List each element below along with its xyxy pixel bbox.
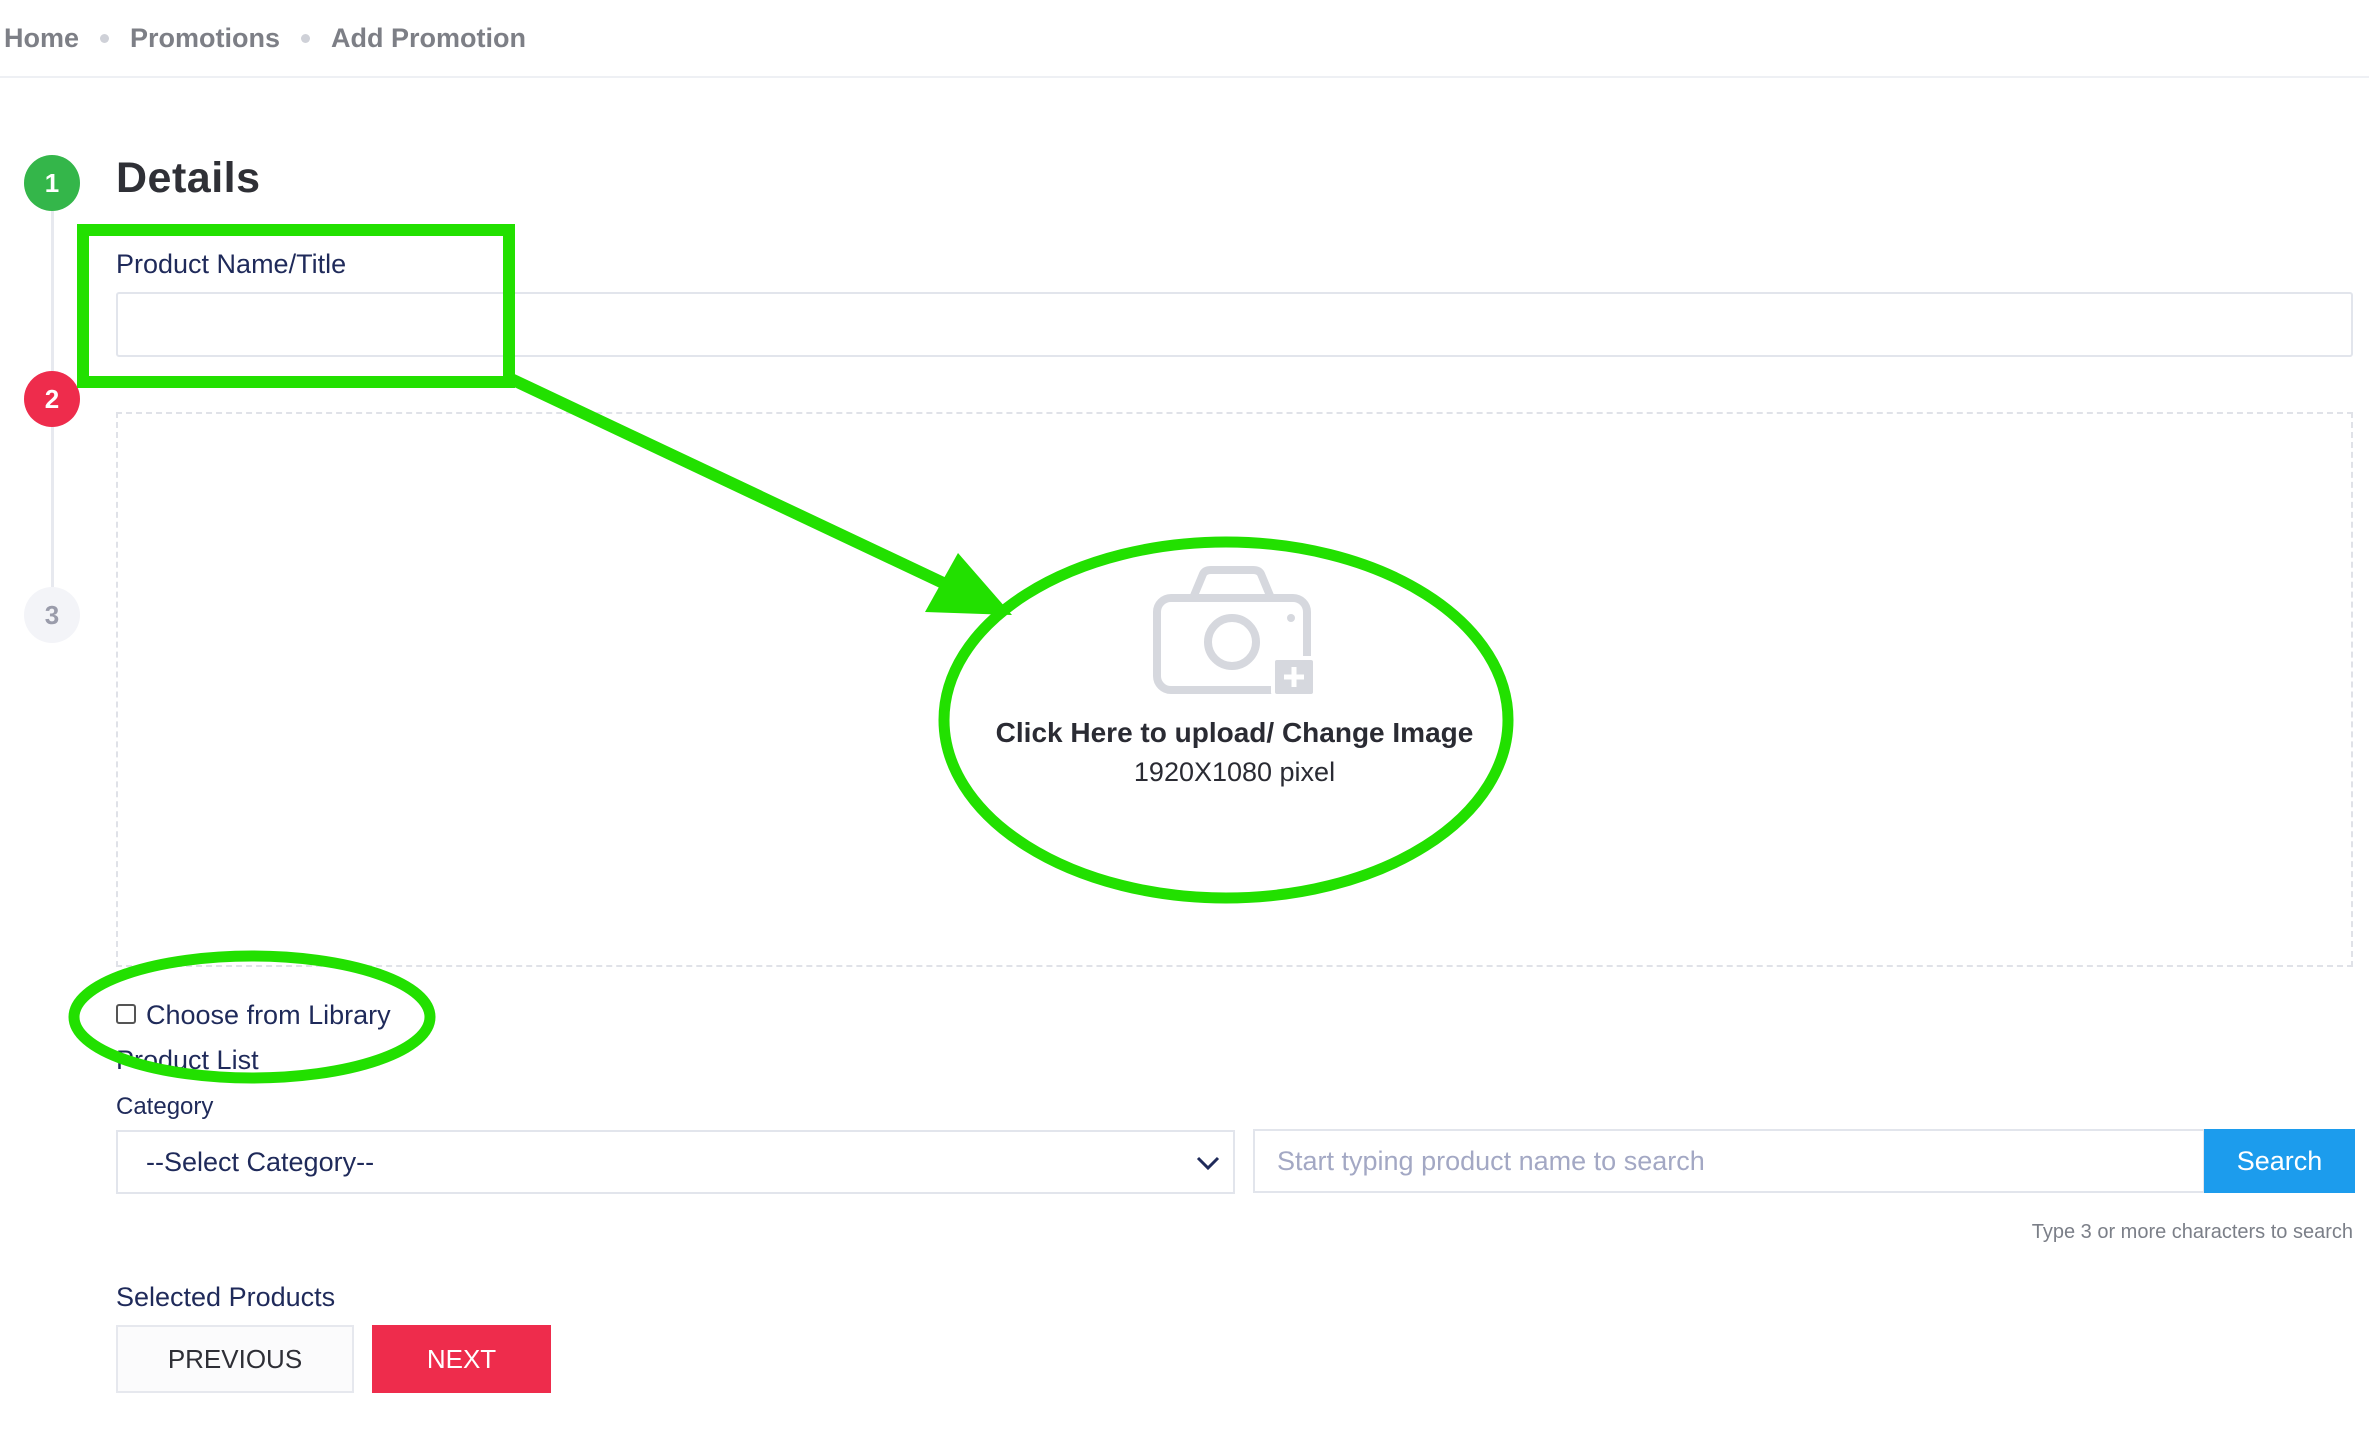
product-search-placeholder: Start typing product name to search	[1277, 1145, 1705, 1176]
category-select-value: --Select Category--	[146, 1146, 375, 1177]
step-connector	[51, 211, 54, 371]
breadcrumb-separator	[100, 33, 110, 43]
category-select[interactable]: --Select Category--	[116, 1130, 1235, 1194]
upload-title: Click Here to upload/ Change Image	[995, 717, 1474, 748]
previous-button[interactable]: PREVIOUS	[116, 1325, 354, 1393]
category-label: Category	[116, 1093, 214, 1120]
breadcrumb-promotions[interactable]: Promotions	[130, 23, 280, 54]
camera-plus-icon	[1152, 566, 1317, 698]
step-connector	[51, 427, 54, 587]
breadcrumb-separator	[301, 33, 311, 43]
product-name-label: Product Name/Title	[116, 249, 347, 279]
breadcrumb: Home Promotions Add Promotion	[0, 0, 2369, 78]
choose-library-label[interactable]: Choose from Library	[146, 1000, 391, 1031]
search-button[interactable]: Search	[2204, 1129, 2355, 1193]
step-1-indicator: 1	[24, 155, 80, 211]
section-title: Details	[116, 154, 261, 202]
product-search-input[interactable]: Start typing product name to search	[1253, 1129, 2205, 1193]
search-hint: Type 3 or more characters to search	[2031, 1221, 2353, 1243]
chevron-down-icon	[1196, 1156, 1220, 1171]
step-3-indicator: 3	[24, 587, 80, 643]
step-2-indicator: 2	[24, 371, 80, 427]
breadcrumb-add-promotion: Add Promotion	[331, 22, 527, 53]
image-upload-area[interactable]: Click Here to upload/ Change Image 1920X…	[116, 412, 2353, 967]
choose-library-checkbox[interactable]	[116, 1004, 136, 1024]
breadcrumb-home[interactable]: Home	[4, 23, 79, 54]
product-name-input[interactable]	[116, 292, 2353, 357]
next-button[interactable]: NEXT	[372, 1325, 551, 1393]
upload-resolution: 1920X1080 pixel	[1133, 757, 1336, 787]
selected-products-label: Selected Products	[116, 1282, 336, 1312]
product-list-label: Product List	[116, 1045, 259, 1075]
